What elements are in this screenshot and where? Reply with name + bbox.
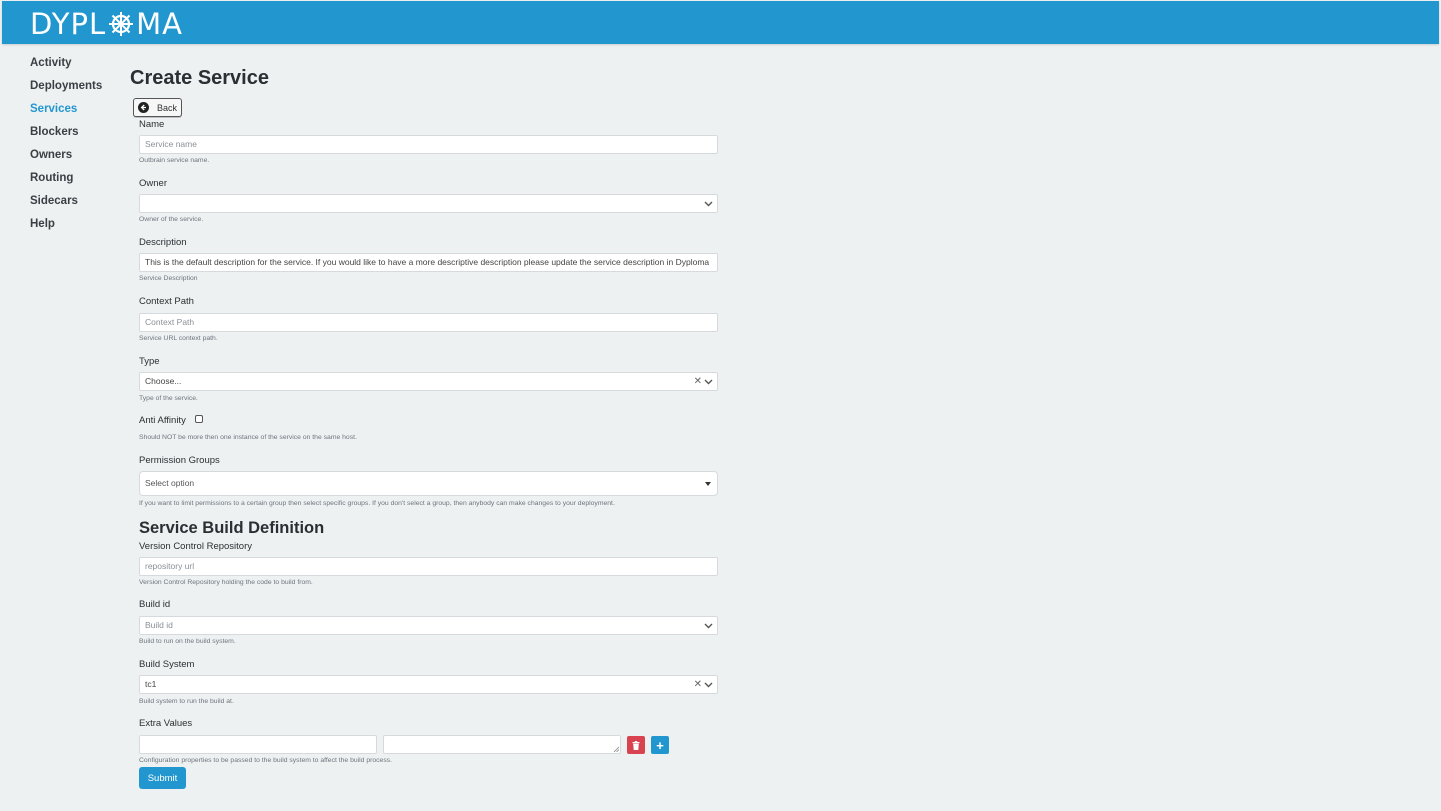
description-input[interactable]: This is the default description for the … bbox=[139, 253, 718, 272]
extra-values-help: Configuration properties to be passed to… bbox=[139, 757, 393, 764]
build-id-help: Build to run on the build system. bbox=[139, 638, 236, 645]
back-button[interactable]: Back bbox=[133, 98, 182, 117]
build-system-help: Build system to run the build at. bbox=[139, 698, 234, 705]
sidebar-item-help[interactable]: Help bbox=[30, 217, 120, 240]
ship-wheel-icon bbox=[109, 12, 134, 36]
type-select[interactable]: Choose... ✕ bbox=[139, 372, 718, 391]
sidebar-item-sidecars[interactable]: Sidecars bbox=[30, 194, 120, 217]
sidebar: Activity Deployments Services Blockers O… bbox=[30, 56, 120, 240]
add-extra-value-button[interactable]: + bbox=[651, 736, 669, 754]
type-label: Type bbox=[139, 356, 160, 367]
type-help: Type of the service. bbox=[139, 395, 198, 402]
permission-groups-help: If you want to limit permissions to a ce… bbox=[139, 500, 615, 507]
build-id-value: Build id bbox=[145, 620, 173, 630]
extra-value-value-textarea[interactable] bbox=[383, 735, 621, 754]
build-system-value: tc1 bbox=[145, 679, 157, 689]
build-id-label: Build id bbox=[139, 599, 171, 610]
type-value: Choose... bbox=[145, 376, 182, 386]
top-bar: DYPL MA bbox=[2, 1, 1439, 44]
repo-help: Version Control Repository holding the c… bbox=[139, 579, 313, 586]
clear-icon[interactable]: ✕ bbox=[694, 678, 702, 691]
anti-affinity-checkbox[interactable] bbox=[195, 415, 203, 423]
name-help: Outbrain service name. bbox=[139, 157, 210, 164]
sidebar-item-routing[interactable]: Routing bbox=[30, 171, 120, 194]
anti-affinity-label: Anti Affinity bbox=[139, 415, 186, 426]
back-button-label: Back bbox=[157, 102, 178, 113]
resize-grip-icon[interactable] bbox=[613, 746, 619, 752]
back-arrow-icon bbox=[138, 102, 149, 113]
build-system-select[interactable]: tc1 ✕ bbox=[139, 675, 718, 694]
sidebar-item-services[interactable]: Services bbox=[30, 102, 120, 125]
submit-button[interactable]: Submit bbox=[139, 767, 186, 789]
sidebar-item-activity[interactable]: Activity bbox=[30, 56, 120, 79]
plus-icon: + bbox=[656, 737, 664, 753]
description-help: Service Description bbox=[139, 275, 198, 282]
anti-affinity-help: Should NOT be more then one instance of … bbox=[139, 434, 357, 441]
caret-down-icon bbox=[705, 482, 711, 486]
build-system-label: Build System bbox=[139, 659, 195, 670]
permission-groups-label: Permission Groups bbox=[139, 455, 220, 466]
extra-value-key-input[interactable] bbox=[139, 735, 377, 754]
sidebar-item-deployments[interactable]: Deployments bbox=[30, 79, 120, 102]
repo-label: Version Control Repository bbox=[139, 541, 252, 552]
context-path-input[interactable]: Context Path bbox=[139, 313, 718, 332]
trash-icon bbox=[632, 740, 640, 750]
sidebar-item-owners[interactable]: Owners bbox=[30, 148, 120, 171]
build-section-title: Service Build Definition bbox=[139, 519, 325, 537]
sidebar-item-blockers[interactable]: Blockers bbox=[30, 125, 120, 148]
owner-select[interactable] bbox=[139, 194, 718, 213]
clear-icon[interactable]: ✕ bbox=[694, 375, 702, 388]
name-label: Name bbox=[139, 119, 165, 130]
permission-groups-select[interactable]: Select option bbox=[139, 471, 718, 496]
build-id-select[interactable]: Build id bbox=[139, 616, 718, 635]
owner-help: Owner of the service. bbox=[139, 216, 204, 223]
name-input[interactable]: Service name bbox=[139, 135, 718, 154]
context-path-help: Service URL context path. bbox=[139, 335, 218, 342]
owner-label: Owner bbox=[139, 178, 167, 189]
description-label: Description bbox=[139, 237, 187, 248]
chevron-down-icon bbox=[704, 201, 713, 207]
context-path-label: Context Path bbox=[139, 296, 194, 307]
chevron-down-icon bbox=[704, 623, 713, 629]
chevron-down-icon bbox=[704, 379, 713, 385]
chevron-down-icon bbox=[704, 682, 713, 688]
logo-text-left: DYPL bbox=[30, 7, 107, 41]
permission-groups-value: Select option bbox=[145, 478, 195, 488]
extra-values-label: Extra Values bbox=[139, 718, 193, 729]
delete-extra-value-button[interactable] bbox=[627, 736, 645, 754]
page-title: Create Service bbox=[130, 67, 269, 89]
logo-text-right: MA bbox=[136, 7, 183, 41]
repo-input[interactable]: repository url bbox=[139, 557, 718, 576]
dyploma-logo[interactable]: DYPL MA bbox=[30, 7, 183, 41]
